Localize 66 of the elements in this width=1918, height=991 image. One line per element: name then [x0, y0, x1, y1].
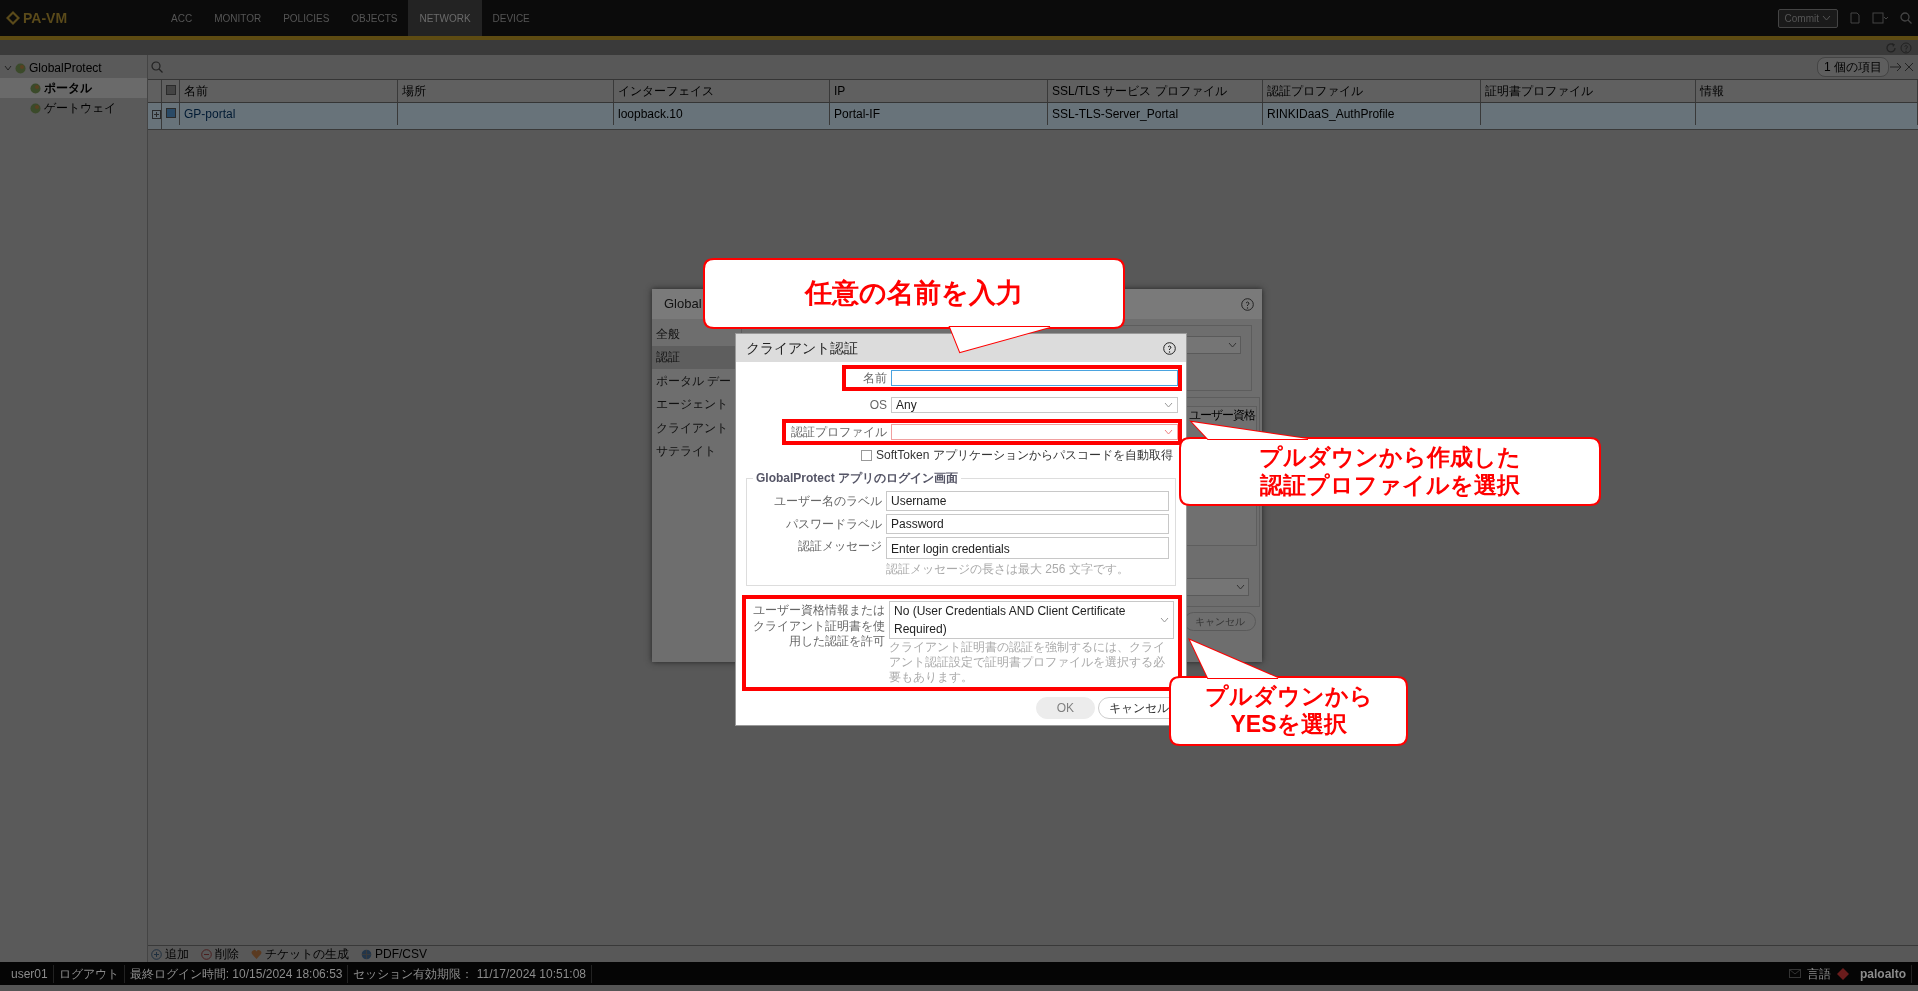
nav-tab[interactable]: ACC [160, 0, 204, 36]
callout-text: プルダウンから作成した 認証プロファイルを選択 [1259, 443, 1521, 500]
nav-item[interactable]: 全般 [652, 322, 735, 346]
item-count: 1 個の項目 [1817, 57, 1889, 77]
table-cell: Portal-IF [834, 107, 880, 121]
action-link[interactable]: チケットの生成 [251, 945, 349, 963]
table-cell: SSL-TLS-Server_Portal [1052, 107, 1179, 121]
tree-label: ポータル [44, 80, 92, 97]
nav-tab[interactable]: POLICIES [272, 0, 341, 36]
status-text: 最終ログイン時間: 10/15/2024 18:06:53 [124, 964, 349, 983]
nav-item[interactable]: クライアント [652, 416, 735, 440]
action-link[interactable]: 削除 [201, 945, 239, 963]
field-label: ユーザー資格情報またはクライアント証明書を使用した認証を許可 [752, 602, 885, 650]
field-label: 認証プロファイル [791, 424, 887, 441]
column-header[interactable]: ユーザー資格 [1188, 407, 1256, 424]
field-label: 名前 [863, 370, 887, 387]
tree-label: GlobalProtect [29, 60, 102, 77]
nav-item[interactable]: エージェント [652, 392, 735, 416]
column-header[interactable]: 証明書プロファイル [1485, 84, 1593, 98]
fieldset-legend: GlobalProtect アプリのログイン画面 [753, 469, 961, 487]
callout-text: 任意の名前を入力 [805, 277, 1023, 310]
nav-tab[interactable]: DEVICE [481, 0, 541, 36]
text-field[interactable]: Password [886, 514, 1169, 534]
column-header[interactable]: 認証プロファイル [1267, 84, 1363, 98]
nav-item[interactable]: ポータル デー [652, 369, 735, 393]
nav-item[interactable]: サテライト [652, 439, 735, 463]
column-header[interactable]: 場所 [402, 84, 426, 98]
column-header[interactable]: IP [834, 84, 846, 98]
checkbox-label: SoftToken アプリケーションからパスコードを自動取得 [876, 447, 1173, 464]
commit-button[interactable]: Commit [1777, 8, 1838, 28]
nav-tab[interactable]: OBJECTS [340, 0, 409, 36]
nav-tab[interactable]: MONITOR [203, 0, 273, 36]
tree-item[interactable]: ポータル [0, 78, 147, 98]
text-field[interactable]: Username [886, 491, 1169, 511]
dropdown[interactable]: No (User Credentials AND Client Certificate Required) [889, 601, 1174, 639]
field-label: ユーザー名のラベル [774, 493, 882, 510]
logo-text: PA-VM [23, 8, 68, 28]
hint-text: 認証メッセージの長さは最大 256 文字です。 [886, 561, 1130, 578]
text-area[interactable]: Enter login credentials [886, 537, 1169, 559]
table-cell: loopback.10 [618, 107, 683, 121]
column-header[interactable]: インターフェイス [618, 84, 714, 98]
tree-item[interactable]: ゲートウェイ [0, 98, 147, 118]
callout-text: プルダウンから YESを選択 [1204, 683, 1373, 739]
table-cell: RINKIDaaS_AuthProfile [1267, 107, 1395, 121]
status-text: セッション有効期限： 11/17/2024 10:51:08 [348, 964, 593, 983]
column-header[interactable]: 情報 [1700, 84, 1724, 98]
field-label: OS [869, 397, 887, 414]
action-link[interactable]: PDF/CSV [361, 945, 427, 963]
field-label: 認証メッセージ [798, 538, 882, 555]
action-link[interactable]: 追加 [151, 945, 189, 963]
logout-link[interactable]: ログアウト [53, 964, 125, 983]
dialog-title: クライアント認証 [746, 338, 858, 358]
field-label: パスワードラベル [786, 516, 882, 533]
dropdown[interactable]: Any [891, 397, 1178, 413]
dialog-title: Global [664, 295, 702, 314]
nav-tab[interactable]: NETWORK [408, 0, 482, 36]
column-header[interactable]: 名前 [184, 84, 208, 98]
name-link[interactable]: GP-portal [184, 107, 236, 121]
tree-label: ゲートウェイ [44, 100, 116, 117]
column-header[interactable]: SSL/TLS サービス プロファイル [1052, 84, 1227, 98]
brand-text: paloalto [1855, 964, 1912, 983]
language-link[interactable]: 言語 [1807, 964, 1831, 983]
username: user01 [6, 964, 54, 983]
tree-item[interactable]: GlobalProtect [0, 58, 147, 78]
nav-item[interactable]: 認証 [652, 345, 735, 369]
hint-text: クライアント証明書の認証を強制するには、クライアント認証設定で証明書プロファイルを選択する必要もあります。 [889, 640, 1166, 685]
